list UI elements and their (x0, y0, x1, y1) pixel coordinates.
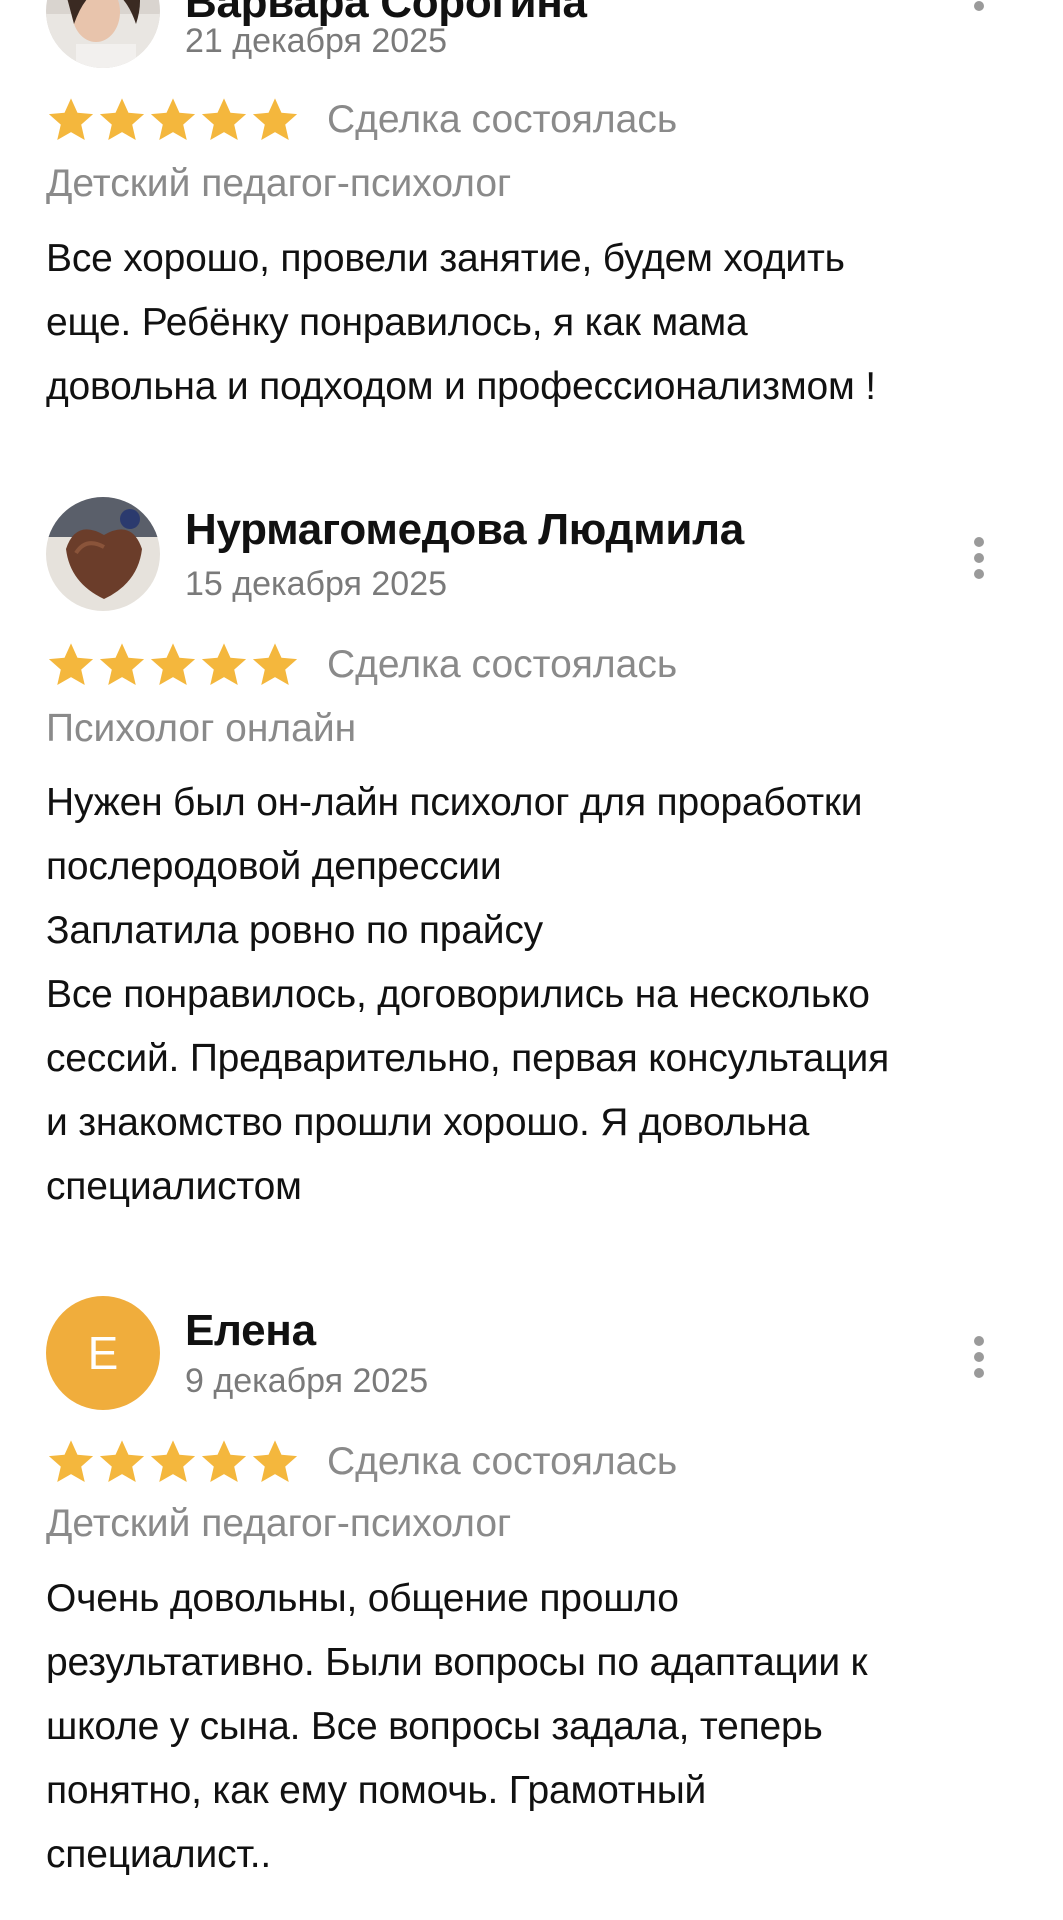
deal-status: Сделка состоялась (327, 1440, 678, 1483)
rating-row: Сделка состоялась (46, 1434, 677, 1490)
review-text: Нужен был он-лайн психолог для проработк… (46, 771, 1046, 1219)
star-icon (252, 643, 298, 685)
star-icon (150, 1440, 196, 1482)
star-icon (201, 98, 247, 140)
review-text-line: Все понравилось, договорились на несколь… (46, 973, 870, 1016)
review-card: Варвара Сорогина 21 декабря 2025 Сделка … (0, 0, 1063, 440)
review-text-line: Нужен был он-лайн психолог для проработк… (46, 781, 863, 824)
more-vertical-icon (974, 1352, 984, 1362)
review-text-line: довольна и подходом и профессионализмом … (46, 365, 876, 408)
star-rating (46, 95, 301, 145)
review-text-line: школе у сына. Все вопросы задала, теперь (46, 1705, 823, 1748)
star-icon (201, 643, 247, 685)
review-text-line: специалистом (46, 1165, 302, 1208)
star-icon (150, 643, 196, 685)
avatar-initial: Е (87, 1327, 119, 1379)
service-tag: Детский педагог-психолог (46, 1502, 512, 1545)
author-name[interactable]: Елена (185, 1306, 316, 1356)
more-vertical-icon (974, 1336, 984, 1346)
more-vertical-icon (974, 1368, 984, 1378)
review-text-line: сессий. Предварительно, первая консульта… (46, 1037, 890, 1080)
review-card: Е Елена 9 декабря 2025 Сделка состоялась… (0, 1296, 1063, 1920)
author-name[interactable]: Нурмагомедова Людмила (185, 505, 744, 555)
review-text-line: Очень довольны, общение прошло (46, 1577, 679, 1620)
rating-row: Сделка состоялась (46, 92, 677, 148)
more-vertical-icon (974, 537, 984, 547)
service-tag: Детский педагог-психолог (46, 162, 512, 205)
more-options-button[interactable] (964, 0, 994, 45)
review-text: Все хорошо, провели занятие, будем ходит… (46, 227, 1046, 419)
star-icon (252, 1440, 298, 1482)
review-text-line: результативно. Были вопросы по адаптации… (46, 1641, 868, 1684)
review-text-line: еще. Ребёнку понравилось, я как мама (46, 301, 748, 344)
review-text-line: Все хорошо, провели занятие, будем ходит… (46, 237, 845, 280)
review-date: 21 декабря 2025 (185, 22, 448, 60)
star-icon (201, 1440, 247, 1482)
avatar[interactable] (46, 0, 160, 68)
review-text-line: Заплатила ровно по прайсу (46, 909, 543, 952)
rating-row: Сделка состоялась (46, 637, 677, 693)
more-vertical-icon (974, 553, 984, 563)
star-rating (46, 640, 301, 690)
avatar[interactable] (46, 497, 160, 611)
service-tag: Психолог онлайн (46, 707, 357, 750)
star-icon (99, 1440, 145, 1482)
review-text: Очень довольны, общение прошло результат… (46, 1567, 1046, 1887)
more-vertical-icon (974, 569, 984, 579)
more-vertical-icon (974, 1, 984, 11)
more-options-button[interactable] (964, 537, 994, 597)
star-icon (252, 98, 298, 140)
deal-status: Сделка состоялась (327, 643, 678, 686)
review-text-line: специалист.. (46, 1833, 271, 1876)
review-card: Нурмагомедова Людмила 15 декабря 2025 Сд… (0, 497, 1063, 1237)
star-icon (48, 98, 94, 140)
review-date: 9 декабря 2025 (185, 1362, 429, 1400)
more-options-button[interactable] (964, 1336, 994, 1396)
star-icon (99, 98, 145, 140)
star-icon (48, 643, 94, 685)
deal-status: Сделка состоялась (327, 98, 678, 141)
avatar[interactable]: Е (46, 1296, 160, 1410)
review-text-line: понятно, как ему помочь. Грамотный (46, 1769, 707, 1812)
star-icon (99, 643, 145, 685)
review-text-line: и знакомство прошли хорошо. Я довольна (46, 1101, 810, 1144)
review-date: 15 декабря 2025 (185, 565, 448, 603)
star-icon (48, 1440, 94, 1482)
star-icon (150, 98, 196, 140)
review-text-line: послеродовой депрессии (46, 845, 502, 888)
star-rating (46, 1437, 301, 1487)
